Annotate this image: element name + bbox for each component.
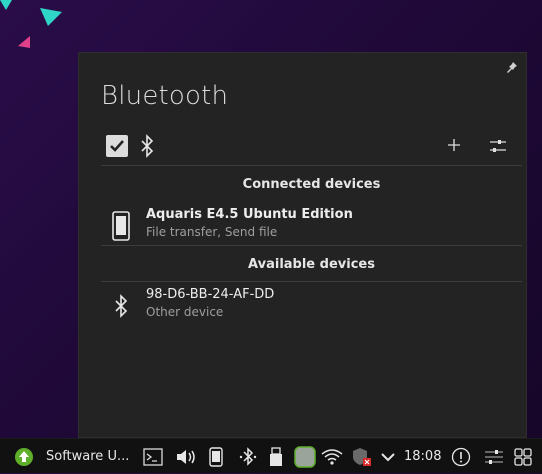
panel-configure-button[interactable] [484,439,504,474]
wallpaper-shape-teal [40,8,62,26]
phone-icon [209,446,223,467]
bluetooth-tray-icon[interactable] [238,439,258,474]
add-device-icon[interactable] [446,137,462,153]
show-desktop-button[interactable] [514,439,532,474]
checkmark-icon [110,140,124,152]
popup-title: Bluetooth [101,81,229,111]
task-label: Software U... [46,449,130,464]
section-available-devices: Available devices [248,257,375,272]
pin-icon[interactable] [506,61,518,73]
popup-toolbar [101,133,508,161]
bluetooth-icon [141,134,154,158]
exclamation-icon [451,447,471,466]
app-tray-icon[interactable] [293,439,317,474]
tray-expand-button[interactable] [380,439,396,474]
divider [101,245,522,246]
phone-icon [112,211,130,241]
divider [101,281,522,282]
volume-icon [177,449,195,464]
volume-tray-icon[interactable] [176,439,198,474]
usb-tray-icon[interactable] [268,439,284,474]
taskbar: Software U... 18:08 [0,438,542,473]
device-name: 98-D6-BB-24-AF-DD [146,287,275,302]
configure-icon[interactable] [488,137,508,155]
app-launcher-button[interactable] [14,439,34,474]
wallpaper-shape-teal-small [0,0,12,10]
device-row-connected[interactable]: Aquaris E4.5 Ubuntu Edition File transfe… [101,207,522,247]
divider [101,165,522,166]
chevron-down-icon [381,452,395,461]
update-arrow-icon [15,447,33,466]
section-connected-devices: Connected devices [242,177,381,192]
device-detail: File transfer, Send file [146,225,278,239]
bluetooth-icon [115,294,128,318]
task-software-updater[interactable]: Software U... [46,439,129,474]
clock-time: 18:08 [404,449,442,464]
grid-icon [514,447,532,466]
bluetooth-enable-checkbox[interactable] [106,135,128,157]
clock[interactable]: 18:08 [404,439,441,474]
shield-error-icon [353,447,371,466]
wifi-tray-icon[interactable] [321,439,343,474]
terminal-tray-icon[interactable] [143,439,163,474]
app-icon [294,445,316,468]
device-name: Aquaris E4.5 Ubuntu Edition [146,207,353,222]
security-tray-icon[interactable] [352,439,372,474]
bluetooth-popup: Bluetooth Connected devices Aquaris E4.5… [78,52,527,438]
usb-drive-icon [270,446,282,466]
notifications-button[interactable] [451,439,471,474]
bluetooth-icon [239,446,257,466]
panel-settings-icon [485,449,503,464]
kdeconnect-tray-icon[interactable] [209,439,223,474]
wifi-icon [321,448,343,465]
terminal-icon [143,447,163,466]
wallpaper-shape-pink [18,36,30,48]
device-detail: Other device [146,305,224,319]
device-row-available[interactable]: 98-D6-BB-24-AF-DD Other device [101,287,522,327]
